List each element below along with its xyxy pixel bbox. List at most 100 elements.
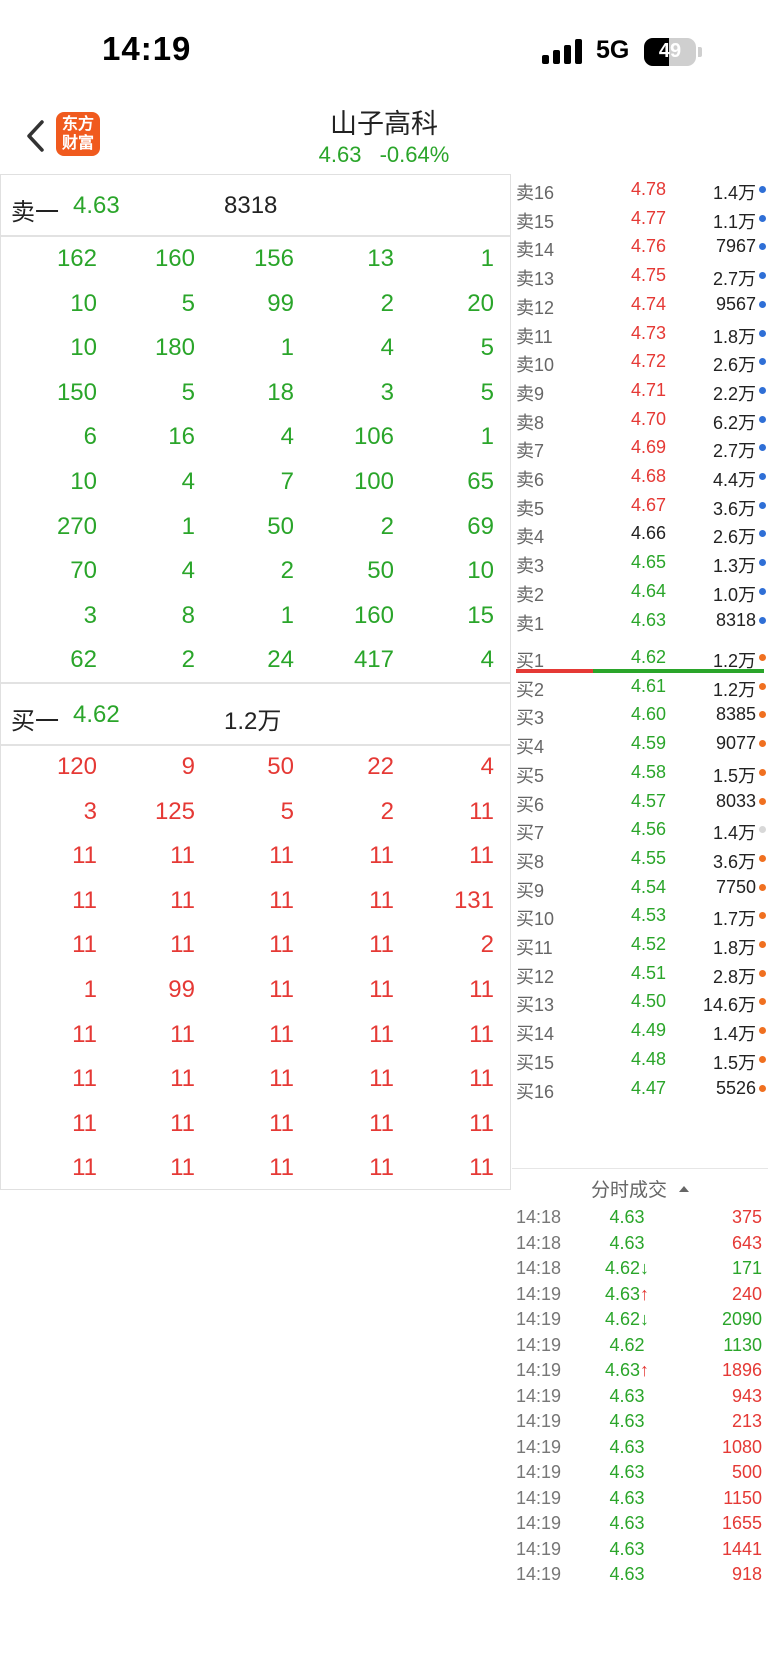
queue-cell: 11 — [170, 1065, 195, 1093]
ask-level-label: 卖4 — [516, 527, 545, 548]
back-button[interactable] — [20, 114, 54, 158]
tick-volume: 171 — [731, 1258, 762, 1278]
bid-level-row: 买15 4.48 1.5万 — [512, 1044, 768, 1074]
buy-queue-grid: 120 9 50 22 4 3 125 5 2 11 11 11 11 11 11 11 11 11 11 131 11… — [1, 743, 510, 1189]
bid-level-label: 买14 — [516, 1024, 555, 1045]
battery-tip — [698, 47, 702, 57]
bid-level-volume: 1.5万 — [712, 1052, 756, 1073]
ask-level-row: 卖10 4.72 2.6万 — [512, 346, 768, 376]
arrow-down-icon: ↓ — [640, 1258, 650, 1278]
queue-cell: 22 — [367, 753, 394, 780]
ask-level-row: 卖16 4.78 1.4万 — [512, 174, 768, 204]
queue-cell: 4 — [280, 423, 294, 451]
bid-dot-icon — [759, 1055, 766, 1063]
queue-cell: 11 — [269, 1154, 294, 1182]
tick-price: 4.63 — [609, 1513, 645, 1533]
tick-time: 14:19 — [516, 1309, 562, 1329]
ticks-header-toggle[interactable]: 分时成交 — [512, 1168, 768, 1204]
ask-level-label: 卖2 — [516, 584, 545, 605]
tick-volume: 643 — [731, 1232, 762, 1253]
tick-time: 14:18 — [516, 1258, 562, 1278]
arrow-up-icon: ↑ — [640, 1283, 650, 1304]
tick-price: 4.63 — [609, 1411, 645, 1431]
queue-cell: 160 — [154, 245, 195, 272]
ask-level-row: 卖8 4.70 6.2万 — [512, 404, 768, 434]
tick-volume: 1130 — [723, 1334, 762, 1355]
queue-row: 150 5 18 3 5 — [1, 369, 510, 414]
queue-cell: 106 — [353, 423, 394, 451]
tick-price: 4.63 — [609, 1436, 645, 1457]
bid-level-volume: 14.6万 — [702, 995, 756, 1016]
ask-dot-icon — [759, 386, 766, 394]
ask-level-price: 4.63 — [630, 609, 666, 630]
queue-row: 11 11 11 11 11 — [1, 832, 510, 877]
queue-cell: 11 — [170, 1109, 195, 1137]
bid-level-price: 4.61 — [630, 675, 666, 696]
ask-level-volume: 1.0万 — [712, 584, 756, 605]
bid-level-price: 4.56 — [630, 819, 666, 840]
bid-level-price: 4.55 — [630, 847, 666, 868]
ask-level-price: 4.70 — [630, 408, 666, 429]
ask-dot-icon — [759, 214, 766, 222]
queue-cell: 11 — [369, 975, 394, 1003]
tick-trade-row: 14:19 4.63 1655 — [512, 1510, 768, 1537]
ask-level-label: 卖13 — [516, 269, 555, 290]
tick-time: 14:19 — [516, 1462, 562, 1482]
ask-level-price: 4.67 — [630, 494, 666, 515]
queue-cell: 1 — [181, 512, 195, 540]
bid-level-row: 买5 4.58 1.5万 — [512, 757, 768, 787]
queue-cell: 99 — [267, 289, 294, 317]
queue-cell: 11 — [469, 797, 494, 825]
ask-level-row: 卖12 4.74 9567 — [512, 289, 768, 319]
bid-level-label: 买8 — [516, 851, 545, 872]
queue-row: 162 160 156 13 1 — [1, 235, 510, 280]
tick-price: 4.63 — [609, 1385, 645, 1406]
tick-price-wrap: 4.63 — [582, 1513, 672, 1534]
queue-cell: 1 — [280, 334, 294, 362]
ask-dot-icon — [759, 587, 766, 595]
ask-dot-icon — [759, 415, 766, 423]
queue-row: 11 11 11 11 11 — [1, 1011, 510, 1056]
queue-row: 11 11 11 11 11 — [1, 1055, 510, 1100]
ask-dot-icon — [759, 358, 766, 366]
tick-trade-row: 14:19 4.63 1080 — [512, 1434, 768, 1461]
queue-cell: 4 — [480, 646, 494, 674]
tick-trade-row: 14:18 4.63 643 — [512, 1230, 768, 1257]
queue-cell: 11 — [269, 1065, 294, 1093]
queue-cell: 11 — [170, 931, 195, 959]
tick-trade-row: 14:19 4.63↑ 240 — [512, 1281, 768, 1308]
tick-volume: 213 — [731, 1411, 762, 1431]
bid-dot-icon — [759, 682, 766, 690]
queue-cell: 11 — [369, 1020, 394, 1048]
ask-level-price: 4.73 — [630, 322, 666, 343]
tick-price: 4.63 — [609, 1538, 645, 1559]
bid-dot-icon — [759, 969, 766, 977]
bid-level-label: 买2 — [516, 679, 545, 700]
bid-level-row: 买3 4.60 8385 — [512, 699, 768, 729]
queue-cell: 11 — [469, 1020, 494, 1048]
queue-row: 10 5 99 2 20 — [1, 280, 510, 325]
queue-row: 11 11 11 11 11 — [1, 1144, 510, 1189]
queue-cell: 5 — [480, 378, 494, 406]
queue-row: 10 4 7 100 65 — [1, 458, 510, 503]
queue-cell: 16 — [168, 423, 195, 451]
ask-level-price: 4.69 — [630, 437, 666, 458]
sell-one-volume: 8318 — [224, 192, 278, 219]
tick-trade-row: 14:19 4.62↓ 2090 — [512, 1306, 768, 1333]
queue-cell: 5 — [480, 334, 494, 362]
tick-volume: 500 — [731, 1462, 762, 1482]
bid-level-volume: 7750 — [715, 876, 756, 897]
queue-cell: 2 — [181, 646, 195, 674]
queue-cell: 11 — [369, 1154, 394, 1182]
ask-level-label: 卖10 — [516, 355, 555, 376]
buy-one-price: 4.62 — [73, 701, 120, 728]
tick-price-wrap: 4.63 — [582, 1462, 672, 1483]
queue-cell: 11 — [469, 1065, 494, 1093]
sell-queue-grid: 162 160 156 13 1 10 5 99 2 20 10 180 1 4 5 150 5 18 3 5 6 16 4… — [1, 235, 510, 681]
bid-level-label: 买11 — [516, 938, 553, 958]
bid-level-row: 买9 4.54 7750 — [512, 872, 768, 902]
queue-row: 10 180 1 4 5 — [1, 324, 510, 369]
queue-cell: 2 — [380, 797, 394, 825]
bid-level-row: 买1 4.62 1.2万 — [512, 642, 768, 672]
ask-level-price: 4.78 — [630, 179, 666, 199]
